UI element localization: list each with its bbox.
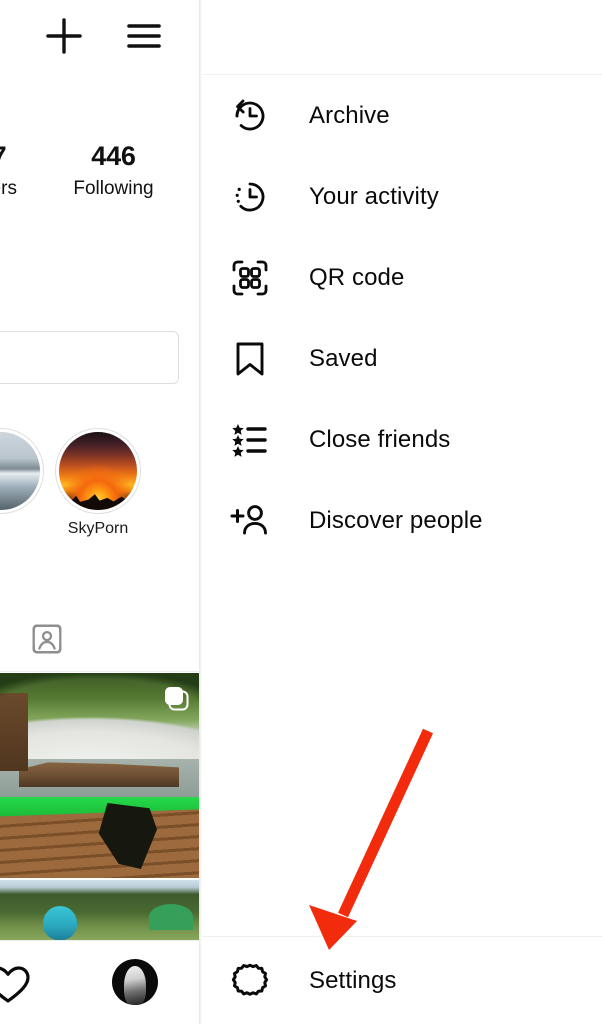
menu-item-discover-people[interactable]: Discover people: [202, 480, 602, 561]
highlight-thumbnail: [59, 432, 137, 510]
highlight-ring: [55, 428, 141, 514]
menu-item-archive[interactable]: Archive: [202, 75, 602, 156]
photo-wall: [0, 693, 28, 771]
story-highlight-skyporn[interactable]: [55, 428, 141, 514]
tagged-photos-icon[interactable]: [28, 620, 66, 663]
menu-item-settings[interactable]: Settings: [202, 936, 602, 1024]
archive-clock-icon: [224, 90, 276, 142]
plus-icon[interactable]: [40, 12, 88, 60]
story-highlight-partial[interactable]: [0, 428, 44, 514]
menu-item-label: Discover people: [309, 506, 483, 534]
post-thumbnail-park[interactable]: [0, 880, 199, 940]
profile-pane: 7 vers 446 Following SkyPorn: [0, 0, 199, 1024]
photo-bench: [0, 809, 199, 878]
profile-topbar: [0, 0, 199, 72]
menu-item-saved[interactable]: Saved: [202, 318, 602, 399]
add-person-icon: [224, 495, 276, 547]
activity-clock-icon: [224, 171, 276, 223]
bottom-navigation-bar: [0, 940, 199, 1024]
menu-item-close-friends[interactable]: Close friends: [202, 399, 602, 480]
menu-item-qr-code[interactable]: QR code: [202, 237, 602, 318]
photo-person: [43, 906, 77, 940]
menu-item-label: Your activity: [309, 182, 439, 210]
heart-icon[interactable]: [0, 961, 32, 1014]
settings-label: Settings: [309, 966, 397, 994]
avatar-image: [124, 966, 146, 1005]
screenshot-root: 7 vers 446 Following SkyPorn: [0, 0, 602, 1024]
menu-list: Archive Your activity QR code Saved Clos…: [202, 75, 602, 561]
star-list-icon: [224, 414, 276, 466]
following-label: Following: [73, 178, 154, 199]
edit-profile-button[interactable]: [0, 331, 179, 384]
menu-item-label: Saved: [309, 344, 378, 372]
following-count: 446: [91, 141, 136, 171]
photo-tent: [149, 904, 193, 930]
menu-item-label: Archive: [309, 101, 390, 129]
side-menu-drawer: Archive Your activity QR code Saved Clos…: [202, 0, 602, 1024]
menu-item-label: QR code: [309, 263, 405, 291]
post-thumbnail-pier[interactable]: [0, 673, 199, 878]
followers-label: vers: [0, 178, 17, 199]
menu-header: [202, 0, 602, 75]
menu-item-label: Close friends: [309, 425, 451, 453]
highlight-label: SkyPorn: [67, 520, 129, 537]
menu-item-your-activity[interactable]: Your activity: [202, 156, 602, 237]
highlight-ring: [0, 428, 44, 514]
highlight-thumbnail: [0, 432, 40, 510]
multi-photo-icon: [163, 685, 189, 711]
qr-code-icon: [224, 252, 276, 304]
profile-avatar[interactable]: [112, 959, 158, 1005]
following-stat[interactable]: 446 Following: [57, 141, 170, 201]
followers-stat[interactable]: 7 vers: [0, 141, 54, 201]
hamburger-menu-icon[interactable]: [120, 12, 168, 60]
followers-count: 7: [0, 141, 54, 171]
gear-icon: [224, 955, 276, 1007]
profile-tab-row: [0, 608, 199, 672]
bookmark-icon: [224, 333, 276, 385]
